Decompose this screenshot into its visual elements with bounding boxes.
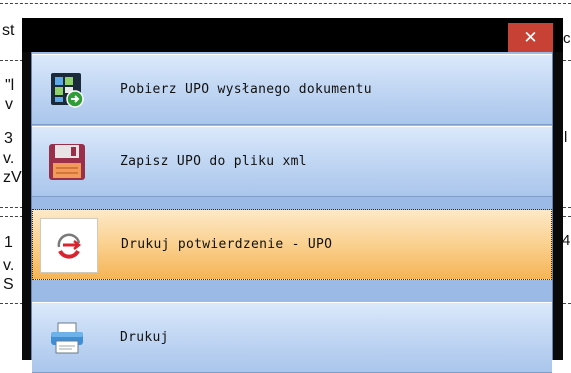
printer-icon (39, 311, 95, 364)
menu-item-download-upo[interactable]: Pobierz UPO wysłanego dokumentu (32, 54, 552, 125)
menu-item-label: Drukuj (120, 330, 169, 345)
bg-text-fragment: 1 (4, 234, 13, 251)
bg-text-fragment: v. (3, 257, 15, 274)
bg-text-fragment: st (2, 22, 15, 39)
bg-text-fragment: 4 (562, 232, 571, 249)
top-dashed-border (0, 3, 571, 4)
bg-text-fragment: "l (5, 77, 15, 94)
upo-popup-dialog: ✕ Pobierz UPO wysłanego dokumentu Zapisz… (22, 18, 563, 373)
menu-item-print[interactable]: Drukuj (32, 302, 552, 373)
menu-item-label: Pobierz UPO wysłanego dokumentu (120, 82, 372, 97)
close-button[interactable]: ✕ (508, 23, 553, 52)
save-floppy-icon (39, 135, 95, 188)
print-confirmation-icon (40, 218, 98, 273)
bg-text-fragment: v. (3, 150, 15, 167)
download-upo-icon (39, 63, 95, 116)
bg-text-fragment: c (563, 30, 571, 47)
menu-item-label: Drukuj potwierdzenie - UPO (121, 237, 333, 252)
menu-item-print-confirmation[interactable]: Drukuj potwierdzenie - UPO (32, 209, 552, 280)
bg-text-fragment: v (5, 96, 13, 113)
bg-text-fragment: 3 (4, 130, 13, 147)
bg-text-fragment: zV (3, 169, 22, 186)
dialog-titlebar: ✕ (22, 18, 563, 52)
bg-text-fragment: S (3, 276, 14, 293)
menu-item-label: Zapisz UPO do pliku xml (120, 154, 307, 169)
menu-item-save-xml[interactable]: Zapisz UPO do pliku xml (32, 126, 552, 197)
bg-text-fragment: l (564, 129, 568, 146)
action-menu: Pobierz UPO wysłanego dokumentu Zapisz U… (31, 52, 553, 373)
